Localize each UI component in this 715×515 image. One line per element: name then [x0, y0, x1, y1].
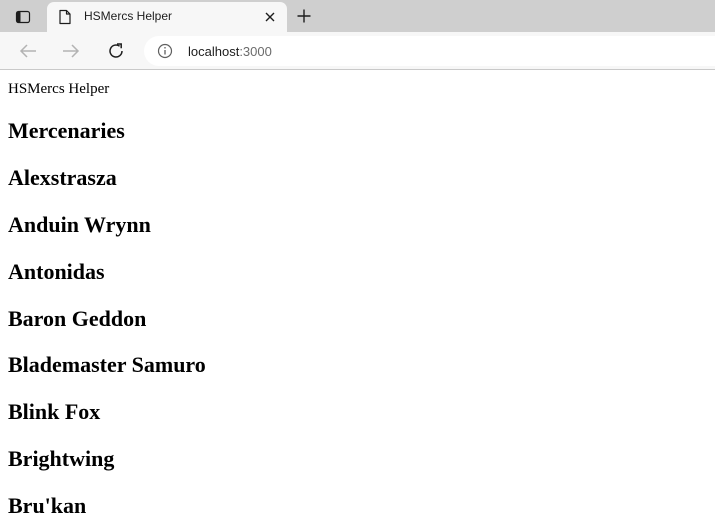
browser-toolbar: localhost:3000: [0, 32, 715, 70]
app-title: HSMercs Helper: [8, 81, 110, 97]
mercenary-name: Brightwing: [8, 446, 115, 471]
tab-actions-icon[interactable]: [6, 4, 40, 30]
mercenary-name: Bru'kan: [8, 493, 87, 515]
section-heading: Mercenaries: [8, 118, 125, 143]
mercenary-name: Alexstrasza: [8, 165, 117, 190]
close-icon[interactable]: [261, 8, 279, 26]
browser-tab-active[interactable]: HSMercs Helper: [47, 2, 287, 32]
mercenary-name: Blink Fox: [8, 399, 101, 424]
mercenary-name: Baron Geddon: [8, 306, 147, 331]
refresh-icon[interactable]: [103, 39, 129, 63]
info-icon[interactable]: [156, 43, 174, 59]
address-url: localhost:3000: [188, 44, 272, 59]
url-host: localhost: [188, 44, 240, 59]
mercenary-name: Blademaster Samuro: [8, 352, 206, 377]
address-bar[interactable]: localhost:3000: [144, 36, 715, 66]
mercenary-name: Antonidas: [8, 259, 105, 284]
page-content: HSMercs Helper Mercenaries Alexstrasza A…: [0, 71, 715, 515]
document-icon: [57, 8, 73, 26]
arrow-right-icon[interactable]: [58, 39, 84, 63]
plus-icon[interactable]: [292, 5, 316, 27]
mercenary-name: Anduin Wrynn: [8, 212, 151, 237]
url-port: :3000: [239, 44, 272, 59]
browser-tab-strip: HSMercs Helper: [0, 0, 715, 32]
tab-title: HSMercs Helper: [84, 9, 173, 23]
arrow-left-icon[interactable]: [15, 39, 41, 63]
